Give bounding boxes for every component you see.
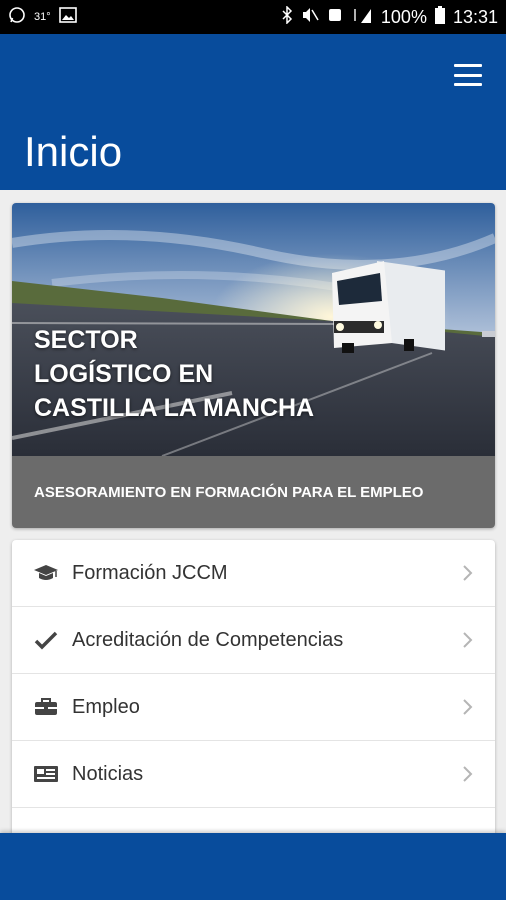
chevron-right-icon xyxy=(461,563,475,583)
banner-card[interactable]: SECTOR LOGÍSTICO EN CASTILLA LA MANCHA A… xyxy=(12,203,495,528)
bottom-bar xyxy=(0,833,506,900)
chevron-right-icon xyxy=(461,764,475,784)
menu-item-formacion[interactable]: Formación JCCM xyxy=(12,540,495,607)
mute-icon xyxy=(301,7,319,28)
menu-item-empleo[interactable]: Empleo xyxy=(12,674,495,741)
banner-heading: SECTOR LOGÍSTICO EN CASTILLA LA MANCHA xyxy=(34,323,314,425)
menu-item-acreditacion[interactable]: Acreditación de Competencias xyxy=(12,607,495,674)
alarm-icon xyxy=(327,7,343,28)
chevron-right-icon xyxy=(461,630,475,650)
banner-heading-line: CASTILLA LA MANCHA xyxy=(34,394,315,422)
signal-icon xyxy=(351,7,373,28)
banner-heading-line: SECTOR xyxy=(34,326,138,354)
truck-illustration xyxy=(332,261,445,353)
menu-item-label: Formación JCCM xyxy=(72,561,228,584)
whatsapp-icon xyxy=(8,6,26,29)
hamburger-menu-icon[interactable] xyxy=(454,64,482,86)
menu-item-label: Empleo xyxy=(72,695,140,718)
status-bar: 31° 100% 13:31 xyxy=(0,0,506,34)
app-bar: Inicio xyxy=(0,34,506,190)
battery-percent: 100% xyxy=(380,6,427,27)
image-icon xyxy=(58,6,77,28)
battery-icon xyxy=(434,5,445,29)
checkmark-icon xyxy=(32,629,60,651)
menu-item-noticias[interactable]: Noticias xyxy=(12,741,495,808)
temperature: 31° xyxy=(34,11,51,23)
toolbox-icon xyxy=(32,696,60,718)
banner-subtitle: ASESORAMIENTO EN FORMACIÓN PARA EL EMPLE… xyxy=(34,483,424,501)
chevron-right-icon xyxy=(461,697,475,717)
banner-heading-line: LOGÍSTICO EN xyxy=(34,360,214,388)
bluetooth-icon xyxy=(281,4,293,29)
page-title: Inicio xyxy=(24,128,123,175)
main-menu-list: Formación JCCM Acreditación de Competenc… xyxy=(12,540,495,850)
graduation-cap-icon xyxy=(32,562,60,584)
clock: 13:31 xyxy=(452,6,498,27)
menu-item-label: Noticias xyxy=(72,762,144,785)
menu-item-label: Acreditación de Competencias xyxy=(72,628,344,651)
banner-footer: ASESORAMIENTO EN FORMACIÓN PARA EL EMPLE… xyxy=(12,456,495,528)
newspaper-icon xyxy=(32,763,60,785)
